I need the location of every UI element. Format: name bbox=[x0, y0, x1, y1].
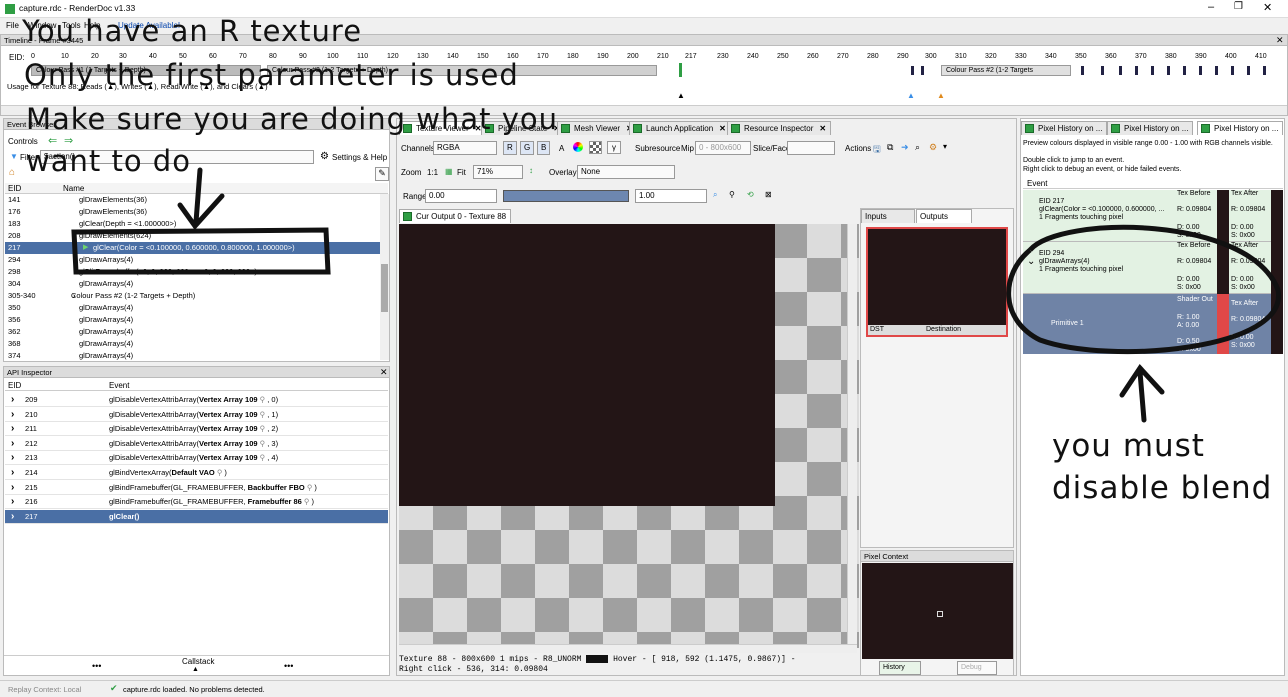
annotation-highlight-box bbox=[71, 227, 331, 275]
annotation-marks bbox=[71, 167, 1281, 423]
annotation-ellipse bbox=[1006, 224, 1281, 354]
annotation-arrow-down bbox=[177, 167, 225, 230]
annotation-arrow-up bbox=[1119, 363, 1165, 423]
